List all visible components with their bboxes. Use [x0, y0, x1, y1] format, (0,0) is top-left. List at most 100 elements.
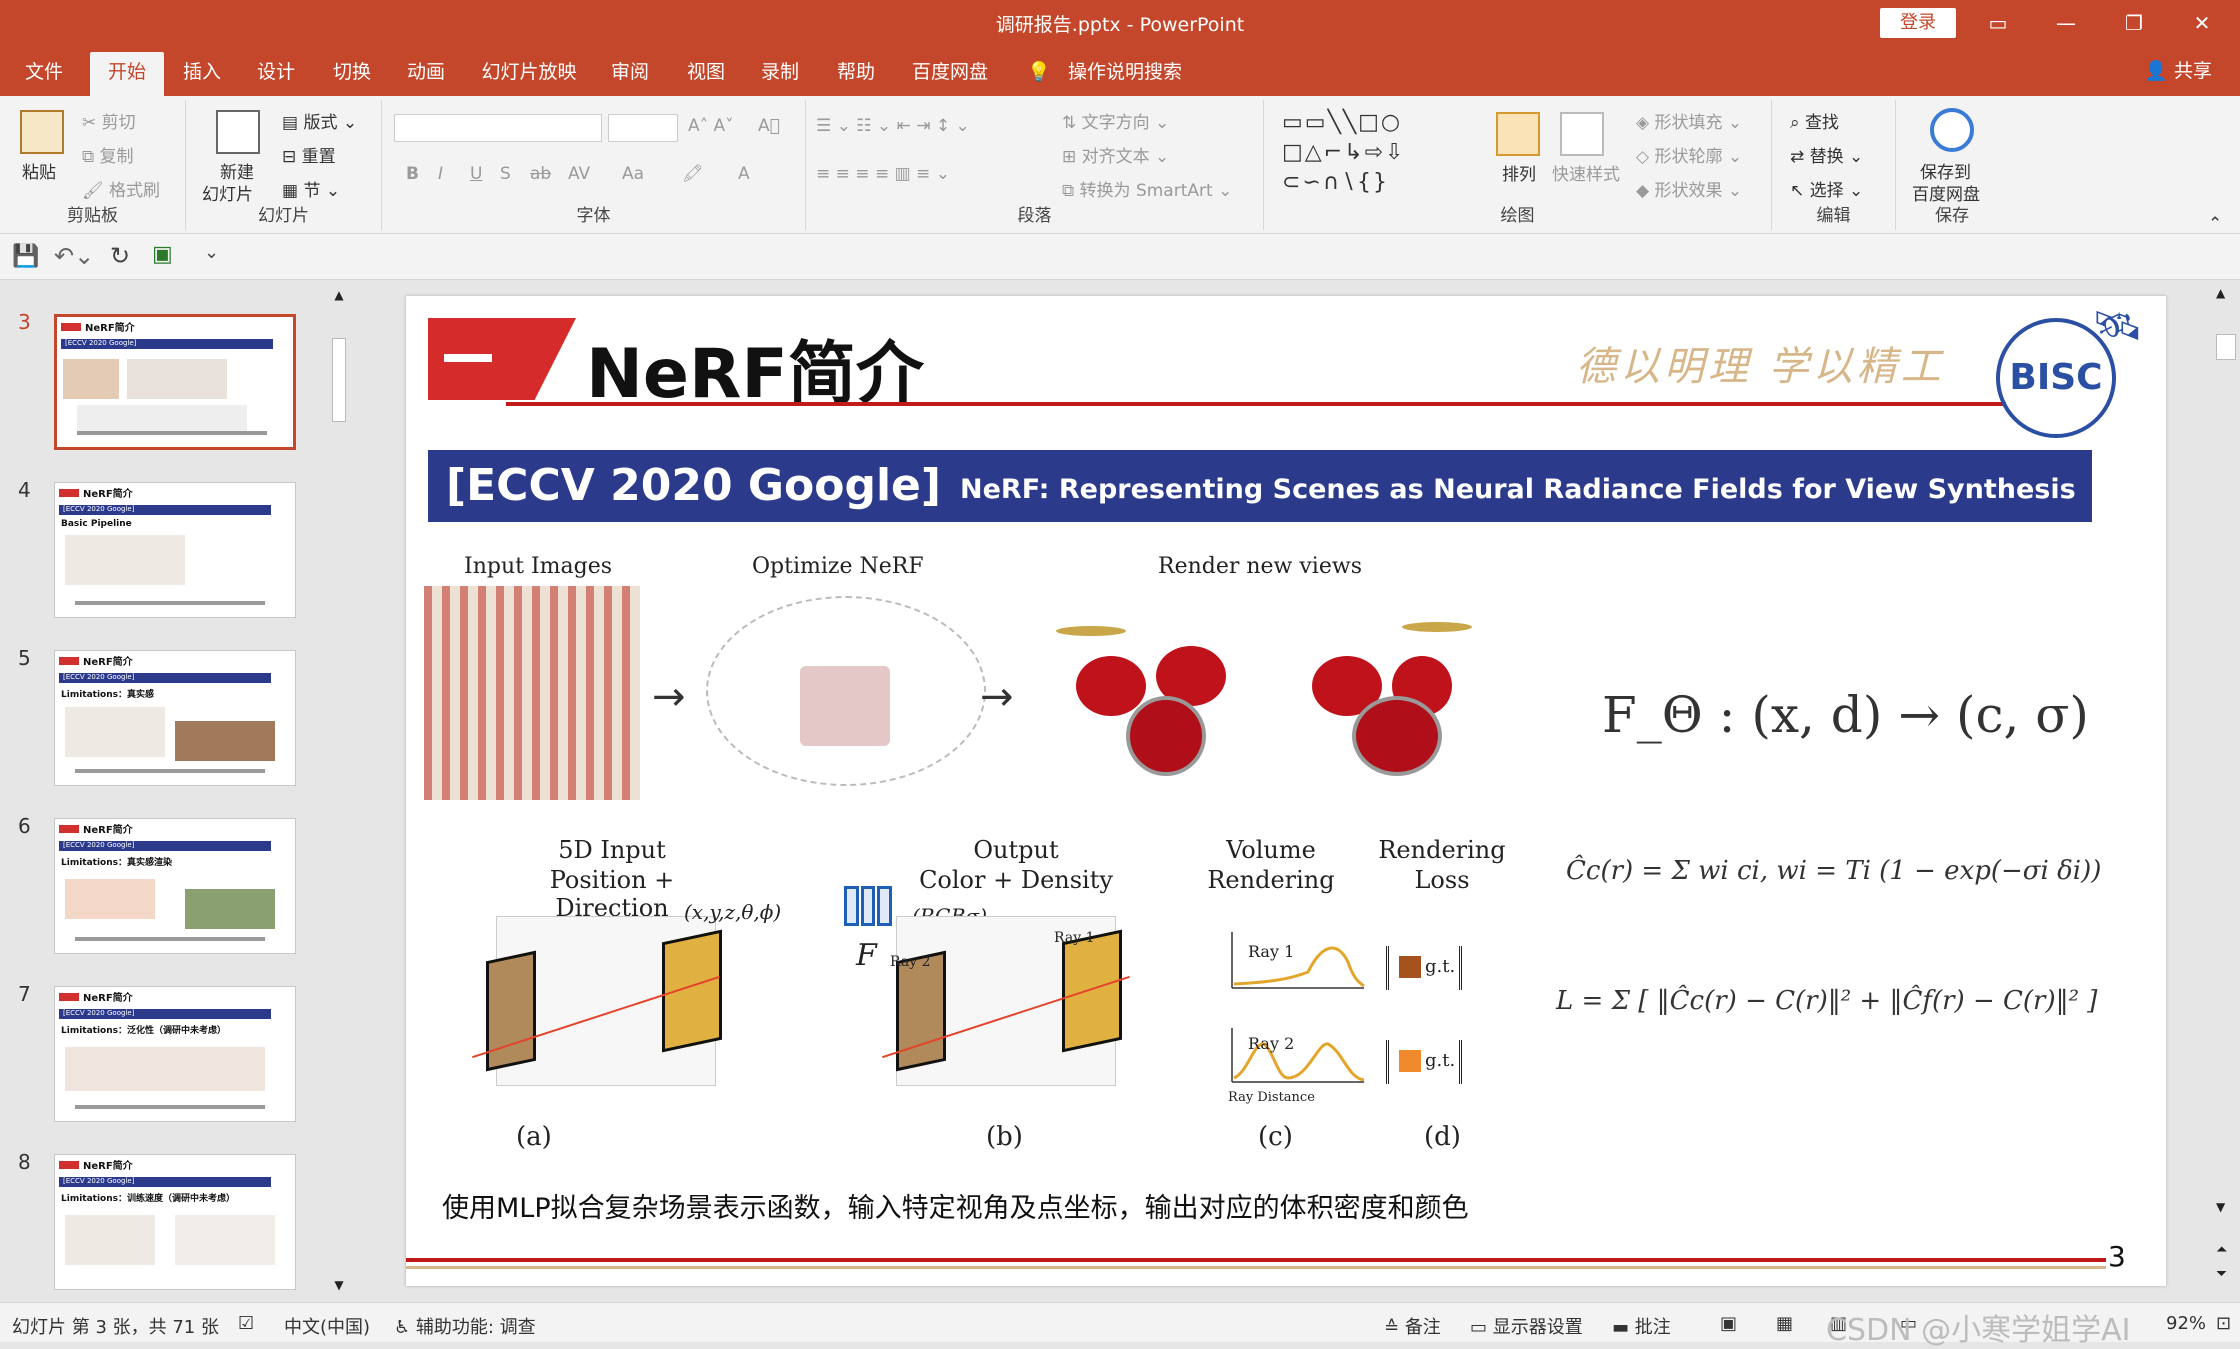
thumbnail-slide-8[interactable]: NeRF简介 [ECCV 2020 Google] Limitations：训练… — [54, 1154, 296, 1290]
next-slide-icon[interactable]: ⏷ — [2216, 1266, 2227, 1282]
grow-font-icon[interactable]: A˄ A˅ — [688, 116, 734, 136]
bullets-icon[interactable]: ☰ ⌄ ☷ ⌄ ⇤ ⇥ ↕ ⌄ — [816, 116, 970, 136]
scroll-thumb[interactable] — [2216, 334, 2236, 360]
thumbnail-slide-7[interactable]: NeRF简介 [ECCV 2020 Google] Limitations：泛化… — [54, 986, 296, 1122]
thumbnails-scrollbar[interactable]: ▲ ▼ — [328, 282, 350, 1302]
strikethrough-button[interactable]: ab — [530, 164, 551, 184]
thumbnail-slide-5[interactable]: NeRF简介 [ECCV 2020 Google] Limitations：真实… — [54, 650, 296, 786]
arrange-label[interactable]: 排列 — [1502, 160, 1536, 185]
highlight-icon[interactable]: 🖍 — [682, 164, 704, 184]
language-indicator[interactable]: 中文(中国) — [284, 1313, 370, 1339]
italic-button[interactable]: I — [438, 164, 443, 184]
login-button[interactable]: 登录 — [1880, 8, 1956, 38]
tab-home[interactable]: 开始 — [90, 52, 164, 96]
underline-button[interactable]: U — [470, 164, 482, 184]
format-painter-button[interactable]: 🖌 格式刷 — [82, 176, 160, 201]
thumb-image — [65, 1047, 265, 1091]
shape-outline-button[interactable]: ◇ 形状轮廓 ⌄ — [1636, 142, 1742, 167]
slide-scrollbar[interactable]: ▲ ▼ ⏶ ⏷ — [2210, 282, 2240, 1302]
shadow-button[interactable]: S — [500, 164, 511, 184]
thumbnail-slide-4[interactable]: NeRF简介 [ECCV 2020 Google] Basic Pipeline — [54, 482, 296, 618]
close-icon[interactable]: ✕ — [2172, 6, 2232, 40]
thumb-title: NeRF简介 — [83, 993, 133, 1004]
normal-view-icon[interactable]: ▣ — [1720, 1313, 1737, 1334]
find-button[interactable]: ⌕ 查找 — [1790, 108, 1839, 133]
baidu-cloud-icon[interactable] — [1930, 108, 1974, 152]
case-button[interactable]: Aa — [622, 164, 644, 184]
paper-banner: [ECCV 2020 Google] NeRF: Representing Sc… — [428, 450, 2092, 522]
shape-fill-button[interactable]: ◈ 形状填充 ⌄ — [1636, 108, 1742, 133]
undo-icon[interactable]: ↶⌄ — [54, 242, 94, 270]
scroll-down-icon[interactable]: ▼ — [2216, 1200, 2225, 1214]
arrange-icon[interactable] — [1496, 112, 1540, 156]
drum-render-2 — [1282, 616, 1482, 786]
font-size-input[interactable] — [608, 114, 678, 142]
tab-file[interactable]: 文件 — [14, 52, 74, 96]
reset-button[interactable]: ⊟ 重置 — [282, 142, 336, 167]
font-name-input[interactable] — [394, 114, 602, 142]
comments-button[interactable]: ▬ 批注 — [1612, 1313, 1671, 1339]
quick-styles-icon[interactable] — [1560, 112, 1604, 156]
collapse-ribbon-icon[interactable]: ⌃ — [2208, 214, 2222, 234]
bold-button[interactable]: B — [406, 164, 419, 184]
display-settings-button[interactable]: ▭ 显示器设置 — [1470, 1313, 1583, 1339]
panel-a-view-1 — [486, 950, 536, 1072]
customize-qat-icon[interactable]: ⌄ — [204, 242, 219, 263]
accessibility-button[interactable]: ♿ 辅助功能: 调查 — [394, 1313, 536, 1339]
fit-slide-icon[interactable]: ⊡ — [2216, 1313, 2231, 1334]
quick-styles-label[interactable]: 快速样式 — [1552, 160, 1620, 185]
scroll-thumb[interactable] — [332, 338, 346, 422]
replace-button[interactable]: ⇄ 替换 ⌄ — [1790, 142, 1863, 167]
select-button[interactable]: ↖ 选择 ⌄ — [1790, 176, 1863, 201]
scroll-up-icon[interactable]: ▲ — [330, 288, 348, 306]
tell-me-search[interactable]: 操作说明搜索 — [1060, 52, 1190, 96]
share-button[interactable]: 👤 共享 — [2144, 56, 2212, 83]
align-text-button[interactable]: ⊞ 对齐文本 ⌄ — [1062, 142, 1169, 167]
slide-sorter-icon[interactable]: ▦ — [1776, 1313, 1793, 1334]
cut-button[interactable]: ✂ 剪切 — [82, 108, 136, 133]
copy-button[interactable]: ⧉ 复制 — [82, 142, 134, 167]
notes-button[interactable]: ≙ 备注 — [1384, 1313, 1441, 1339]
tab-animations[interactable]: 动画 — [396, 52, 456, 96]
text-direction-button[interactable]: ⇅ 文字方向 ⌄ — [1062, 108, 1169, 133]
thumbnail-slide-3[interactable]: NeRF简介 [ECCV 2020 Google] — [54, 314, 296, 450]
slide[interactable]: NeRF简介 德以明理 学以精工 BISC 🛰 [ECCV 2020 Googl… — [406, 296, 2166, 1286]
zoom-level[interactable]: 92% — [2166, 1313, 2206, 1334]
restore-icon[interactable]: ❐ — [2104, 6, 2164, 40]
align-icons[interactable]: ≡ ≡ ≡ ≡ ▥ ≡ ⌄ — [816, 164, 950, 184]
group-save: 保存到 百度网盘 保存 — [1896, 100, 2008, 230]
section-button[interactable]: ▦ 节 ⌄ — [282, 176, 340, 201]
tab-help[interactable]: 帮助 — [826, 52, 886, 96]
paste-icon[interactable] — [20, 110, 64, 154]
font-color-icon[interactable]: A — [738, 164, 750, 184]
redo-icon[interactable]: ↻ — [110, 242, 130, 270]
spellcheck-icon[interactable]: ☑ — [238, 1313, 254, 1334]
scroll-down-icon[interactable]: ▼ — [330, 1278, 348, 1296]
prev-slide-icon[interactable]: ⏶ — [2216, 1242, 2227, 1258]
shapes-gallery[interactable]: ▭▭╲╲□○ □△⌐↳⇨⇩ ⊂∽∩∖{} — [1282, 108, 1478, 198]
scroll-up-icon[interactable]: ▲ — [2216, 286, 2225, 300]
tab-design[interactable]: 设计 — [246, 52, 306, 96]
panel-b-ray1-label: Ray 1 — [1054, 930, 1095, 946]
thumbnail-slide-6[interactable]: NeRF简介 [ECCV 2020 Google] Limitations：真实… — [54, 818, 296, 954]
tab-baidu[interactable]: 百度网盘 — [900, 52, 1000, 96]
satellite-icon: 🛰 — [2092, 303, 2143, 349]
smartart-button[interactable]: ⧉ 转换为 SmartArt ⌄ — [1062, 176, 1232, 201]
save-icon[interactable]: 💾 — [12, 244, 39, 269]
new-slide-icon[interactable] — [216, 110, 260, 154]
minimize-icon[interactable]: — — [2036, 6, 2096, 40]
present-icon[interactable]: ▣ — [152, 242, 173, 267]
tab-insert[interactable]: 插入 — [172, 52, 232, 96]
paste-label[interactable]: 粘贴 — [22, 158, 56, 183]
tab-transitions[interactable]: 切换 — [322, 52, 382, 96]
ribbon-display-icon[interactable]: ▭ — [1968, 6, 2028, 40]
clear-format-icon[interactable]: A⃠ — [758, 116, 780, 136]
layout-button[interactable]: ▤ 版式 ⌄ — [282, 108, 357, 133]
tab-slideshow[interactable]: 幻灯片放映 — [474, 52, 584, 96]
tab-review[interactable]: 审阅 — [600, 52, 660, 96]
spacing-button[interactable]: AV — [568, 164, 590, 184]
brush-icon: 🖌 — [82, 181, 109, 201]
tab-record[interactable]: 录制 — [750, 52, 810, 96]
tab-view[interactable]: 视图 — [676, 52, 736, 96]
shape-effects-button[interactable]: ◆ 形状效果 ⌄ — [1636, 176, 1742, 201]
